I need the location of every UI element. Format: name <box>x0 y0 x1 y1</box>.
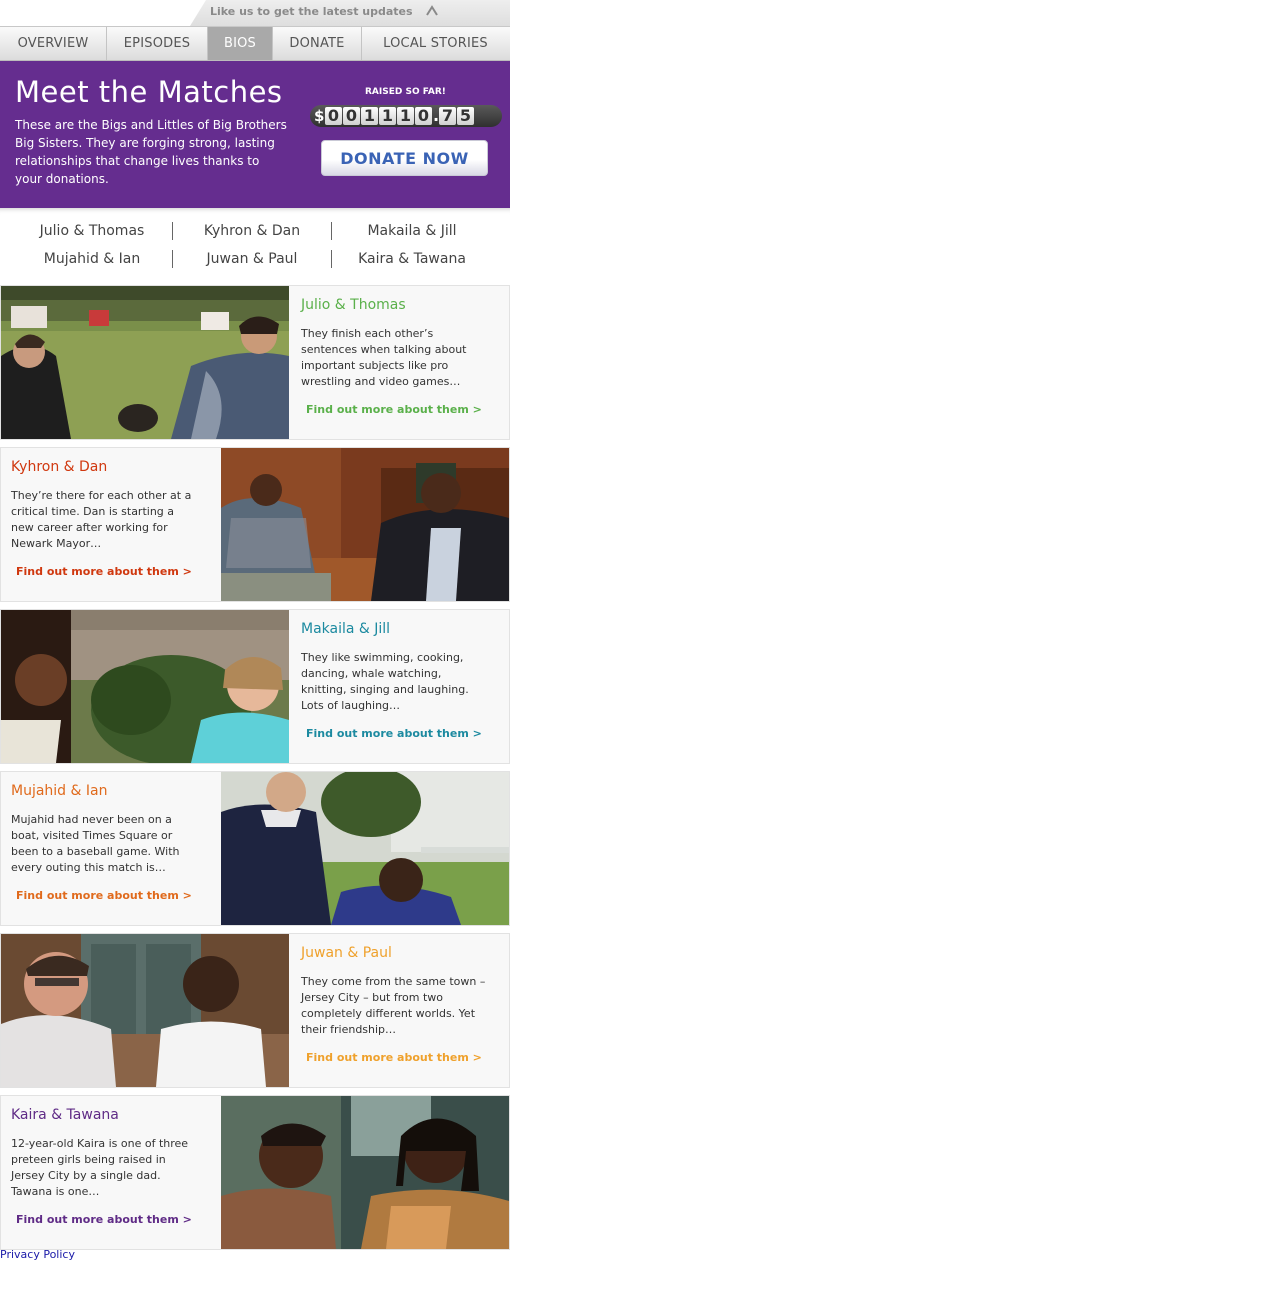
hero-banner: Meet the Matches These are the Bigs and … <box>0 61 510 208</box>
raised-label: RAISED SO FAR! <box>365 87 446 97</box>
donation-counter: $ 001110.75 <box>310 105 502 127</box>
tab-bios[interactable]: BIOS <box>208 27 273 60</box>
tab-donate[interactable]: DONATE <box>273 27 362 60</box>
photo-juwan-paul[interactable] <box>1 934 289 1087</box>
quick-link-juwan-paul[interactable]: Juwan & Paul <box>172 250 332 268</box>
photo-mujahid-ian[interactable] <box>221 772 509 925</box>
find-out-more-link[interactable]: Find out more about them > <box>306 1051 482 1064</box>
page-title: Meet the Matches <box>15 75 283 109</box>
link-divider <box>172 222 173 240</box>
card-description: 12-year-old Kaira is one of three pretee… <box>11 1137 189 1198</box>
photo-julio-thomas[interactable] <box>1 286 289 439</box>
card-title[interactable]: Kyhron & Dan <box>11 459 107 475</box>
card-description: They finish each other’s sentences when … <box>301 327 467 388</box>
card-description: They come from the same town – Jersey Ci… <box>301 975 486 1036</box>
counter-digit: 1 <box>379 107 396 125</box>
quick-link-kaira-tawana[interactable]: Kaira & Tawana <box>332 250 492 268</box>
photo-kaira-tawana[interactable] <box>221 1096 509 1249</box>
link-divider <box>331 222 332 240</box>
currency-symbol: $ <box>314 107 325 125</box>
match-card-kyhron-dan: Kyhron & Dan They’re there for each othe… <box>0 447 510 602</box>
counter-digit: 7 <box>439 107 456 125</box>
match-card-makaila-jill: Makaila & Jill They like swimming, cooki… <box>0 609 510 764</box>
card-description: They’re there for each other at a critic… <box>11 489 192 550</box>
find-out-more-link[interactable]: Find out more about them > <box>16 565 192 578</box>
match-card-julio-thomas: Julio & Thomas They finish each other’s … <box>0 285 510 440</box>
match-card-kaira-tawana: Kaira & Tawana 12-year-old Kaira is one … <box>0 1095 510 1250</box>
find-out-more-link[interactable]: Find out more about them > <box>306 403 482 416</box>
find-out-more-link[interactable]: Find out more about them > <box>16 1213 192 1226</box>
counter-digit: 0 <box>325 107 342 125</box>
tab-overview[interactable]: OVERVIEW <box>0 27 107 60</box>
photo-kyhron-dan[interactable] <box>221 448 509 601</box>
card-description: They like swimming, cooking, dancing, wh… <box>301 651 469 712</box>
counter-digit: 5 <box>457 107 474 125</box>
counter-digit: 0 <box>415 107 432 125</box>
quick-links-row: Mujahid & Ian Juwan & Paul Kaira & Tawan… <box>12 250 492 268</box>
card-title[interactable]: Julio & Thomas <box>301 297 406 313</box>
quick-link-makaila-jill[interactable]: Makaila & Jill <box>332 222 492 240</box>
counter-digit: 1 <box>397 107 414 125</box>
counter-digit: 1 <box>361 107 378 125</box>
photo-makaila-jill[interactable] <box>1 610 289 763</box>
social-bar: Like us to get the latest updates <box>0 0 510 26</box>
like-us-message[interactable]: Like us to get the latest updates <box>210 5 413 18</box>
match-quick-links: Julio & Thomas Kyhron & Dan Makaila & Ji… <box>0 208 510 280</box>
card-description: Mujahid had never been on a boat, visite… <box>11 813 180 874</box>
tab-episodes[interactable]: EPISODES <box>107 27 208 60</box>
card-title[interactable]: Juwan & Paul <box>301 945 392 961</box>
privacy-policy-link[interactable]: Privacy Policy <box>0 1248 75 1261</box>
quick-link-kyhron-dan[interactable]: Kyhron & Dan <box>172 222 332 240</box>
card-title[interactable]: Makaila & Jill <box>301 621 390 637</box>
quick-link-julio-thomas[interactable]: Julio & Thomas <box>12 222 172 240</box>
link-divider <box>331 250 332 268</box>
tab-local-stories[interactable]: LOCAL STORIES <box>362 27 509 60</box>
quick-link-mujahid-ian[interactable]: Mujahid & Ian <box>12 250 172 268</box>
counter-digit: 0 <box>343 107 360 125</box>
match-card-mujahid-ian: Mujahid & Ian Mujahid had never been on … <box>0 771 510 926</box>
card-title[interactable]: Kaira & Tawana <box>11 1107 119 1123</box>
find-out-more-link[interactable]: Find out more about them > <box>306 727 482 740</box>
hero-intro: These are the Bigs and Littles of Big Br… <box>15 118 287 186</box>
collapse-caret-icon[interactable] <box>425 4 439 18</box>
counter-digits: 001110.75 <box>325 107 475 125</box>
link-divider <box>172 250 173 268</box>
main-nav: OVERVIEW EPISODES BIOS DONATE LOCAL STOR… <box>0 26 510 61</box>
donate-now-button[interactable]: DONATE NOW <box>321 140 488 176</box>
match-card-juwan-paul: Juwan & Paul They come from the same tow… <box>0 933 510 1088</box>
quick-links-row: Julio & Thomas Kyhron & Dan Makaila & Ji… <box>12 222 492 240</box>
find-out-more-link[interactable]: Find out more about them > <box>16 889 192 902</box>
card-title[interactable]: Mujahid & Ian <box>11 783 107 799</box>
